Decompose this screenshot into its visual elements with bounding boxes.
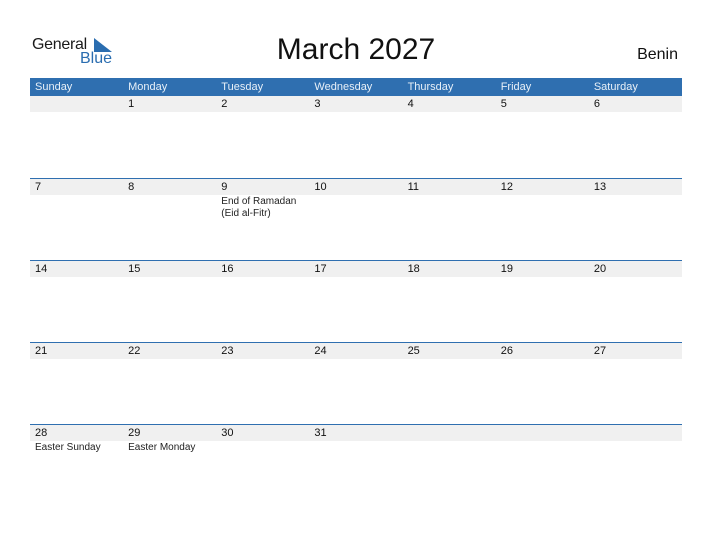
day-number: 6 bbox=[593, 98, 600, 110]
holiday-label bbox=[123, 112, 208, 113]
holiday-label bbox=[403, 359, 488, 360]
holiday-label bbox=[123, 195, 208, 220]
day-number: 9 bbox=[221, 181, 228, 193]
holiday-label bbox=[30, 112, 115, 113]
holiday-label bbox=[309, 195, 394, 220]
holiday-label bbox=[589, 359, 674, 360]
day-number: 28 bbox=[35, 427, 48, 439]
holiday-label bbox=[496, 195, 581, 220]
weekday-sunday: Sunday bbox=[35, 81, 73, 93]
day-number: 26 bbox=[500, 345, 513, 357]
day-number bbox=[30, 96, 123, 112]
day-number bbox=[589, 425, 682, 441]
holiday-label bbox=[123, 359, 208, 360]
weekday-saturday: Saturday bbox=[593, 81, 638, 93]
week-row: 28 29 30 31 Easter Sunday Easter Monday bbox=[30, 424, 682, 506]
day-number: 3 bbox=[314, 98, 321, 110]
day-number: 2 bbox=[221, 98, 228, 110]
day-number: 30 bbox=[221, 427, 234, 439]
event-row: End of Ramadan (Eid al-Fitr) bbox=[30, 195, 682, 220]
day-number: 17 bbox=[314, 263, 327, 275]
day-number-row: 14 15 16 17 18 19 20 bbox=[30, 261, 682, 277]
day-number: 19 bbox=[500, 263, 513, 275]
holiday-label bbox=[309, 441, 394, 454]
holiday-label bbox=[30, 359, 115, 360]
holiday-label bbox=[589, 195, 674, 220]
holiday-label bbox=[309, 112, 394, 113]
holiday-label bbox=[30, 195, 115, 220]
day-number: 4 bbox=[407, 98, 414, 110]
country-label: Benin bbox=[637, 46, 678, 63]
day-number-row: 28 29 30 31 bbox=[30, 425, 682, 441]
holiday-label bbox=[403, 195, 488, 220]
day-number: 13 bbox=[593, 181, 607, 193]
day-number: 27 bbox=[593, 345, 607, 357]
holiday-label bbox=[589, 277, 674, 278]
day-number: 21 bbox=[35, 345, 48, 357]
week-row: 14 15 16 17 18 19 20 bbox=[30, 260, 682, 342]
weekday-friday: Friday bbox=[500, 81, 532, 93]
holiday-label bbox=[30, 277, 115, 278]
day-number: 31 bbox=[314, 427, 327, 439]
holiday-label bbox=[589, 441, 674, 454]
holiday-label bbox=[216, 441, 301, 454]
holiday-label bbox=[403, 112, 488, 113]
holiday-label bbox=[403, 441, 488, 454]
event-row bbox=[30, 112, 682, 113]
weekday-tuesday: Tuesday bbox=[221, 81, 264, 93]
week-row: 1 2 3 4 5 6 bbox=[30, 96, 682, 178]
day-number bbox=[496, 425, 589, 441]
day-number: 10 bbox=[314, 181, 327, 193]
day-number: 23 bbox=[221, 345, 234, 357]
calendar-grid: Sunday Monday Tuesday Wednesday Thursday Frid… bbox=[30, 78, 682, 506]
day-number: 7 bbox=[35, 181, 42, 193]
holiday-label bbox=[496, 112, 581, 113]
holiday-label: Easter Monday bbox=[128, 442, 196, 453]
holiday-label bbox=[123, 277, 208, 278]
holiday-label bbox=[403, 277, 488, 278]
day-number: 18 bbox=[407, 263, 420, 275]
calendar-title: March 2027 bbox=[276, 33, 436, 66]
holiday-label bbox=[216, 359, 301, 360]
holiday-label bbox=[496, 441, 581, 454]
weekday-wednesday: Wednesday bbox=[314, 81, 373, 93]
holiday-label: Easter Sunday bbox=[35, 442, 101, 453]
day-number: 25 bbox=[407, 345, 420, 357]
day-number: 14 bbox=[35, 263, 48, 275]
weekday-header: Sunday Monday Tuesday Wednesday Thursday Frid… bbox=[30, 78, 682, 96]
holiday-label bbox=[496, 359, 581, 360]
day-number: 16 bbox=[221, 263, 234, 275]
week-row: 21 22 23 24 25 26 27 bbox=[30, 342, 682, 424]
holiday-label bbox=[496, 277, 581, 278]
weekday-monday: Monday bbox=[128, 81, 168, 93]
day-number: 22 bbox=[128, 345, 141, 357]
holiday-label: End of Ramadan (Eid al-Fitr) bbox=[221, 196, 297, 219]
holiday-label bbox=[589, 112, 674, 113]
day-number: 20 bbox=[593, 263, 607, 275]
day-number bbox=[403, 425, 496, 441]
weekday-thursday: Thursday bbox=[407, 81, 454, 93]
day-number: 29 bbox=[128, 427, 141, 439]
day-number: 24 bbox=[314, 345, 327, 357]
holiday-label bbox=[216, 112, 301, 113]
day-number: 12 bbox=[500, 181, 513, 193]
day-number: 8 bbox=[128, 181, 135, 193]
day-number-row: 1 2 3 4 5 6 bbox=[30, 96, 682, 112]
day-number-row: 21 22 23 24 25 26 27 bbox=[30, 343, 682, 359]
day-number: 5 bbox=[500, 98, 507, 110]
day-number-row: 7 8 9 10 11 12 13 bbox=[30, 179, 682, 195]
event-row bbox=[30, 277, 682, 278]
week-row: 7 8 9 10 11 12 13 End of Ramadan (Eid al-Fitr) bbox=[30, 178, 682, 260]
day-number: 11 bbox=[407, 181, 419, 193]
day-number: 15 bbox=[128, 263, 141, 275]
event-row: Easter Sunday Easter Monday bbox=[30, 441, 682, 454]
day-number: 1 bbox=[128, 98, 135, 110]
holiday-label bbox=[309, 277, 394, 278]
event-row bbox=[30, 359, 682, 360]
holiday-label bbox=[216, 277, 301, 278]
holiday-label bbox=[309, 359, 394, 360]
